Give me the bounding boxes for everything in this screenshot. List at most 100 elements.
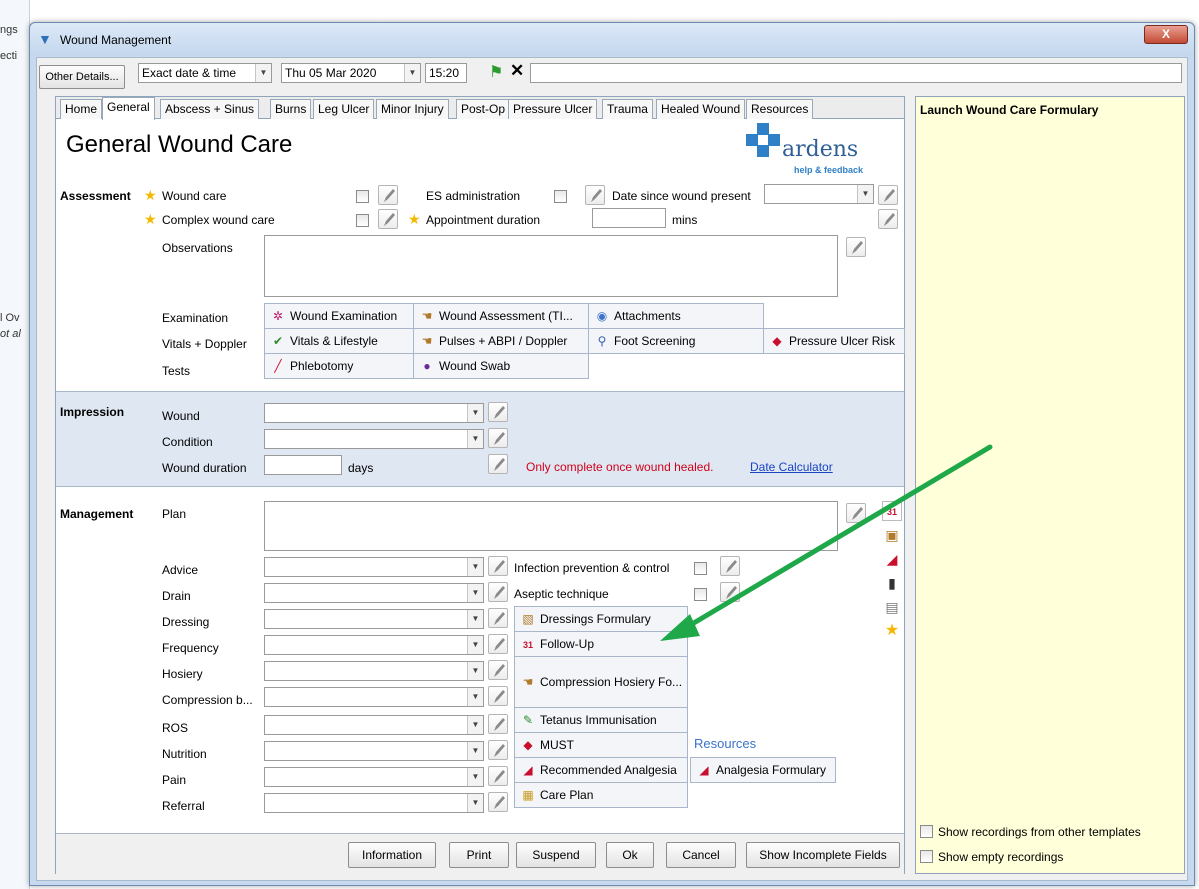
- pulses-label: Pulses + ABPI / Doppler: [439, 334, 568, 348]
- pencil-icon[interactable]: [488, 454, 508, 474]
- pulses-button[interactable]: ☚ Pulses + ABPI / Doppler: [413, 328, 589, 354]
- other-details-button[interactable]: Other Details...: [39, 65, 125, 89]
- ok-button[interactable]: Ok: [606, 842, 654, 868]
- pencil-icon[interactable]: [488, 582, 508, 602]
- attachments-button[interactable]: ◉ Attachments: [588, 303, 764, 329]
- tetanus-button[interactable]: ✎ Tetanus Immunisation: [514, 707, 688, 733]
- note-field[interactable]: [530, 63, 1182, 83]
- recommended-analgesia-button[interactable]: ◢ Recommended Analgesia: [514, 757, 688, 783]
- show-empty-checkbox[interactable]: [920, 850, 933, 863]
- pencil-icon[interactable]: [488, 792, 508, 812]
- pencil-icon[interactable]: [846, 503, 866, 523]
- wound-swab-button[interactable]: ● Wound Swab: [413, 353, 589, 379]
- analgesia-formulary-button[interactable]: ◢ Analgesia Formulary: [690, 757, 836, 783]
- information-button[interactable]: Information: [348, 842, 436, 868]
- tab-trauma[interactable]: Trauma: [602, 99, 653, 119]
- show-other-checkbox[interactable]: [920, 825, 933, 838]
- tab-resources[interactable]: Resources: [746, 99, 814, 119]
- pencil-icon[interactable]: [488, 686, 508, 706]
- pencil-icon[interactable]: [585, 185, 605, 205]
- clipboard-icon[interactable]: ▣: [882, 525, 902, 545]
- tab-leg-ulcer[interactable]: Leg Ulcer: [313, 99, 375, 119]
- dressing-select[interactable]: ▼: [264, 609, 484, 629]
- ros-select[interactable]: ▼: [264, 715, 484, 735]
- condition-select[interactable]: ▼: [264, 429, 484, 449]
- pencil-icon[interactable]: [378, 209, 398, 229]
- pill-icon[interactable]: ◢: [882, 549, 902, 569]
- complex-wound-care-checkbox[interactable]: [356, 214, 369, 227]
- pencil-icon[interactable]: [488, 556, 508, 576]
- date-since-select[interactable]: ▼: [764, 184, 874, 204]
- pencil-icon[interactable]: [488, 634, 508, 654]
- pencil-icon[interactable]: [488, 714, 508, 734]
- wound-examination-button[interactable]: ✲ Wound Examination: [264, 303, 414, 329]
- tab-pressure-ulcer[interactable]: Pressure Ulcer: [508, 99, 598, 119]
- show-incomplete-button[interactable]: Show Incomplete Fields: [746, 842, 900, 868]
- pencil-icon[interactable]: [720, 582, 740, 602]
- hosiery-select[interactable]: ▼: [264, 661, 484, 681]
- tab-home[interactable]: Home: [60, 99, 103, 119]
- advice-select[interactable]: ▼: [264, 557, 484, 577]
- launch-formulary-link[interactable]: Launch Wound Care Formulary: [920, 103, 1098, 117]
- aseptic-technique-checkbox[interactable]: [694, 588, 707, 601]
- dressing-label: Dressing: [162, 615, 210, 629]
- tab-general[interactable]: General: [102, 97, 155, 120]
- phlebotomy-button[interactable]: ╱ Phlebotomy: [264, 353, 414, 379]
- help-feedback-link[interactable]: help & feedback: [794, 165, 863, 175]
- tab-post-op[interactable]: Post-Op: [456, 99, 511, 119]
- tab-burns[interactable]: Burns: [270, 99, 312, 119]
- care-plan-button[interactable]: ▦ Care Plan: [514, 782, 688, 808]
- pencil-icon[interactable]: [488, 766, 508, 786]
- tab-minor-injury[interactable]: Minor Injury: [376, 99, 449, 119]
- compression-hosiery-button[interactable]: ☚ Compression Hosiery Fo...: [514, 656, 688, 708]
- drain-select[interactable]: ▼: [264, 583, 484, 603]
- tab-healed-wound[interactable]: Healed Wound: [656, 99, 746, 119]
- follow-up-button[interactable]: 31 Follow-Up: [514, 631, 688, 657]
- observations-textarea[interactable]: [264, 235, 838, 297]
- nutrition-select[interactable]: ▼: [264, 741, 484, 761]
- close-button[interactable]: X: [1144, 25, 1188, 44]
- frequency-select[interactable]: ▼: [264, 635, 484, 655]
- ardens-logo[interactable]: ardens help & feedback: [746, 123, 876, 181]
- compression-b-select[interactable]: ▼: [264, 687, 484, 707]
- suspend-button[interactable]: Suspend: [516, 842, 596, 868]
- pencil-icon[interactable]: [488, 660, 508, 680]
- pain-select[interactable]: ▼: [264, 767, 484, 787]
- print-button[interactable]: Print: [449, 842, 509, 868]
- flag-icon[interactable]: ⚑: [489, 62, 503, 82]
- must-button[interactable]: ◆ MUST: [514, 732, 688, 758]
- wound-care-checkbox[interactable]: [356, 190, 369, 203]
- wound-assessment-button[interactable]: ☚ Wound Assessment (TI...: [413, 303, 589, 329]
- appointment-duration-field[interactable]: [592, 208, 666, 228]
- pressure-ulcer-risk-button[interactable]: ◆ Pressure Ulcer Risk: [763, 328, 905, 354]
- referral-select[interactable]: ▼: [264, 793, 484, 813]
- calendar-icon[interactable]: 31: [882, 501, 902, 521]
- wound-duration-field[interactable]: [264, 455, 342, 475]
- dressings-formulary-button[interactable]: ▧ Dressings Formulary: [514, 606, 688, 632]
- clear-icon[interactable]: ✕: [510, 61, 524, 81]
- time-field[interactable]: 15:20: [425, 63, 467, 83]
- pencil-icon[interactable]: [488, 608, 508, 628]
- star-icon[interactable]: ★: [882, 621, 902, 641]
- wound-select[interactable]: ▼: [264, 403, 484, 423]
- pencil-icon[interactable]: [846, 237, 866, 257]
- pencil-icon[interactable]: [720, 556, 740, 576]
- date-mode-select[interactable]: Exact date & time ▼: [138, 63, 272, 83]
- pencil-icon[interactable]: [488, 740, 508, 760]
- tab-abscess-sinus[interactable]: Abscess + Sinus: [160, 99, 260, 119]
- pencil-icon[interactable]: [878, 209, 898, 229]
- pencil-icon[interactable]: [488, 428, 508, 448]
- infection-prevention-checkbox[interactable]: [694, 562, 707, 575]
- cash-icon[interactable]: ▤: [882, 597, 902, 617]
- es-admin-checkbox[interactable]: [554, 190, 567, 203]
- date-select[interactable]: Thu 05 Mar 2020 ▼: [281, 63, 421, 83]
- foot-screening-button[interactable]: ⚲ Foot Screening: [588, 328, 764, 354]
- pencil-icon[interactable]: [878, 185, 898, 205]
- date-calculator-link[interactable]: Date Calculator: [750, 460, 833, 474]
- pencil-icon[interactable]: [488, 402, 508, 422]
- plan-textarea[interactable]: [264, 501, 838, 551]
- vitals-lifestyle-button[interactable]: ✔ Vitals & Lifestyle: [264, 328, 414, 354]
- pencil-icon[interactable]: [378, 185, 398, 205]
- bottle-icon[interactable]: ▮: [882, 573, 902, 593]
- cancel-button[interactable]: Cancel: [666, 842, 736, 868]
